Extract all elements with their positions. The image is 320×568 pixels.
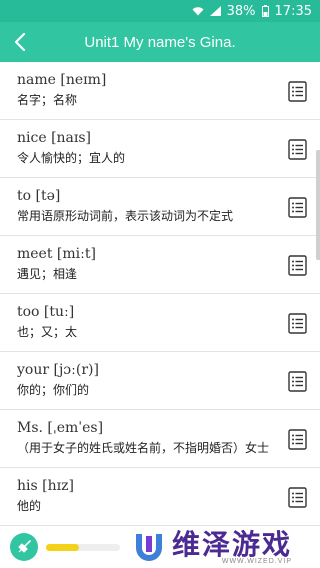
word-row[interactable]: meet [miːt] 遇见；相逢 — [0, 236, 320, 294]
word-definition: 令人愉快的；宜人的 — [17, 151, 126, 165]
broom-icon — [18, 540, 31, 553]
word-definition: 也；又；太 — [17, 325, 78, 339]
word-row[interactable]: too [tuː] 也；又；太 — [0, 294, 320, 352]
signal-icon — [209, 6, 221, 16]
word-definition: 遇见；相逢 — [17, 267, 78, 281]
word-row[interactable]: his [hɪz] 他的 — [0, 468, 320, 526]
list-detail-icon[interactable] — [288, 371, 307, 392]
page-title: Unit1 My name's Gina. — [84, 33, 236, 51]
play-button[interactable] — [10, 533, 38, 561]
brand-name: 维泽游戏 — [172, 527, 293, 561]
word-headword: your [jɔː(r)] — [17, 362, 99, 378]
list-detail-icon[interactable] — [288, 313, 307, 334]
status-bar: 38% 17:35 — [0, 0, 320, 22]
word-headword: name [neɪm] — [17, 72, 107, 88]
list-detail-icon[interactable] — [288, 197, 307, 218]
list-detail-icon[interactable] — [288, 487, 307, 508]
word-row[interactable]: your [jɔː(r)] 你的；你们的 — [0, 352, 320, 410]
word-headword: his [hɪz] — [17, 478, 74, 494]
scrollbar[interactable] — [316, 150, 320, 260]
word-list: name [neɪm] 名字；名称 nice [naɪs] 令人愉快的；宜人的 … — [0, 62, 320, 568]
word-headword: to [tə] — [17, 188, 61, 204]
brand-url: WWW.WIZED.VIP — [221, 557, 293, 565]
wifi-icon — [192, 6, 204, 16]
audio-progress-bar[interactable] — [46, 544, 120, 551]
app-bar: Unit1 My name's Gina. — [0, 22, 320, 62]
list-detail-icon[interactable] — [288, 255, 307, 276]
word-definition: （用于女子的姓氏或姓名前，不指明婚否）女士 — [17, 441, 270, 455]
word-headword: meet [miːt] — [17, 246, 96, 262]
list-detail-icon[interactable] — [288, 139, 307, 160]
word-definition: 名字；名称 — [17, 93, 78, 107]
battery-icon — [261, 5, 269, 17]
brand-watermark: 维泽游戏 WWW.WIZED.VIP — [122, 526, 320, 568]
word-row[interactable]: to [tə] 常用语原形动词前，表示该动词为不定式 — [0, 178, 320, 236]
audio-progress-fill — [46, 544, 80, 551]
word-definition: 你的；你们的 — [17, 383, 90, 397]
list-detail-icon[interactable] — [288, 81, 307, 102]
battery-percent: 38% — [226, 3, 256, 19]
list-detail-icon[interactable] — [288, 429, 307, 450]
word-headword: too [tuː] — [17, 304, 75, 320]
chevron-left-icon — [14, 32, 26, 52]
clock: 17:35 — [274, 3, 312, 19]
word-definition: 常用语原形动词前，表示该动词为不定式 — [17, 209, 234, 223]
brand-logo-icon — [136, 534, 162, 561]
word-row[interactable]: Ms. [ˌemˈes] （用于女子的姓氏或姓名前，不指明婚否）女士 — [0, 410, 320, 468]
word-headword: Ms. [ˌemˈes] — [17, 420, 104, 436]
brand-text: 维泽游戏 WWW.WIZED.VIP — [172, 527, 293, 565]
word-row[interactable]: nice [naɪs] 令人愉快的；宜人的 — [0, 120, 320, 178]
back-button[interactable] — [0, 22, 40, 62]
word-row[interactable]: name [neɪm] 名字；名称 — [0, 62, 320, 120]
word-headword: nice [naɪs] — [17, 130, 92, 146]
word-definition: 他的 — [17, 499, 42, 513]
